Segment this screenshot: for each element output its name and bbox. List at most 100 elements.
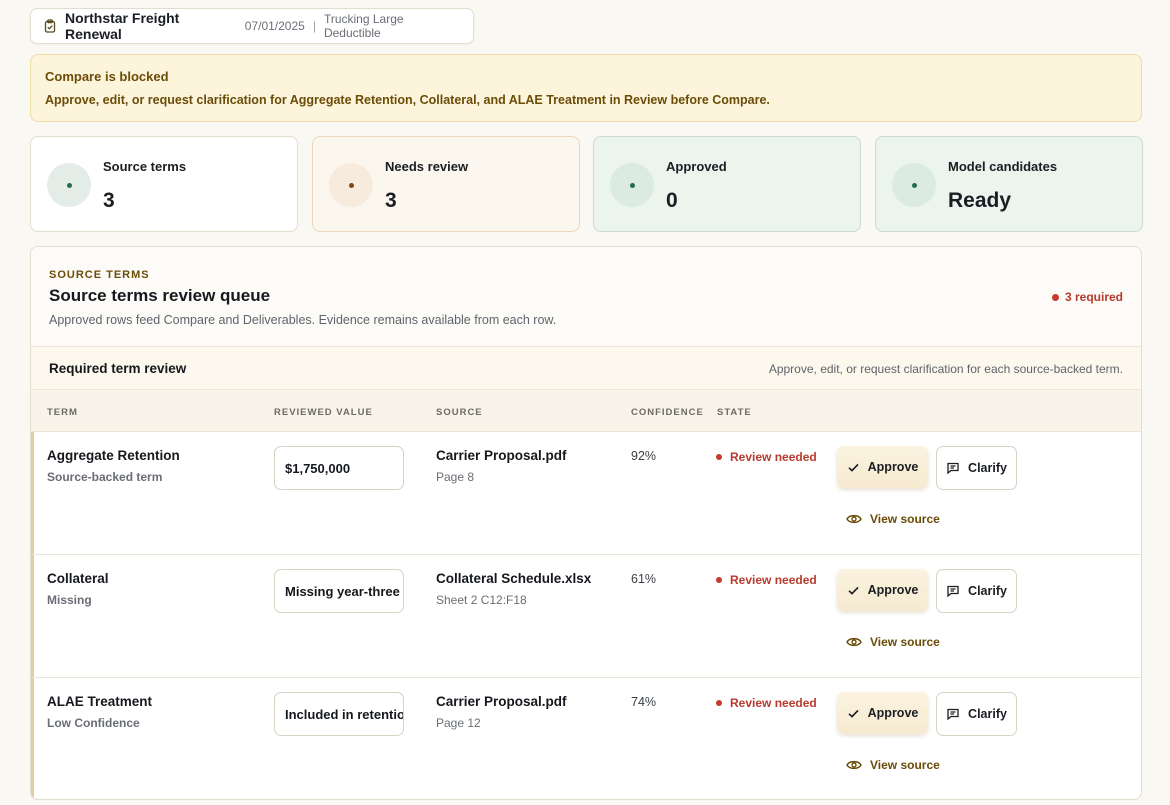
alert-title: Compare is blocked bbox=[45, 69, 169, 84]
confidence-value: 74% bbox=[631, 695, 657, 709]
state-label: Review needed bbox=[730, 573, 817, 587]
source-location: Sheet 2 C12:F18 bbox=[436, 593, 527, 607]
clarify-label: Clarify bbox=[968, 584, 1007, 598]
confidence-value: 92% bbox=[631, 449, 657, 463]
status-dot-icon bbox=[329, 163, 373, 207]
table-row: ALAE Treatment Low Confidence Included i… bbox=[31, 678, 1141, 799]
compare-blocked-alert: Compare is blocked Approve, edit, or req… bbox=[30, 54, 1142, 122]
required-dot-icon bbox=[1051, 293, 1059, 301]
clarify-button[interactable]: Clarify bbox=[936, 446, 1017, 490]
table-row: Aggregate Retention Source-backed term $… bbox=[31, 432, 1141, 555]
confidence-value: 61% bbox=[631, 572, 657, 586]
view-source-link[interactable]: View source bbox=[846, 635, 940, 649]
clarify-label: Clarify bbox=[968, 707, 1007, 721]
stat-card-source-terms: Source terms 3 bbox=[30, 136, 298, 232]
eye-icon bbox=[846, 513, 862, 525]
row-accent-bar bbox=[31, 555, 34, 677]
renewal-title: Northstar Freight Renewal bbox=[65, 10, 180, 42]
source-file: Carrier Proposal.pdf bbox=[436, 448, 567, 463]
source-file: Collateral Schedule.xlsx bbox=[436, 571, 592, 586]
stat-value: 3 bbox=[103, 189, 115, 212]
stat-value: 3 bbox=[385, 189, 397, 212]
panel-title: Source terms review queue bbox=[49, 286, 271, 305]
term-subtitle: Low Confidence bbox=[47, 716, 140, 730]
program-name: Trucking Large Deductible bbox=[323, 12, 404, 40]
clarify-button[interactable]: Clarify bbox=[936, 692, 1017, 736]
clipboard-icon bbox=[43, 19, 57, 33]
state-label: Review needed bbox=[730, 696, 817, 710]
reviewed-value-input[interactable]: $1,750,000 bbox=[274, 446, 404, 490]
table-header: TERM REVIEWED VALUE SOURCE CONFIDENCE ST… bbox=[31, 390, 1141, 432]
status-dot-icon bbox=[892, 163, 936, 207]
term-subtitle: Missing bbox=[47, 593, 92, 607]
stat-label: Approved bbox=[666, 159, 727, 174]
message-icon bbox=[946, 707, 960, 721]
state-dot-icon bbox=[716, 700, 722, 706]
stat-card-needs-review: Needs review 3 bbox=[312, 136, 580, 232]
view-source-link[interactable]: View source bbox=[846, 758, 940, 772]
view-source-link[interactable]: View source bbox=[846, 512, 940, 526]
clarify-label: Clarify bbox=[968, 461, 1007, 475]
renewal-date: 07/01/2025 bbox=[244, 19, 305, 33]
stat-value: Ready bbox=[948, 189, 1012, 212]
stat-card-approved: Approved 0 bbox=[593, 136, 861, 232]
status-dot-icon bbox=[47, 163, 91, 207]
panel-header: SOURCE TERMS Source terms review queue A… bbox=[31, 247, 1141, 347]
column-header-confidence: CONFIDENCE bbox=[631, 407, 704, 418]
subheader-title: Required term review bbox=[49, 361, 187, 376]
reviewed-value-text: $1,750,000 bbox=[285, 460, 351, 476]
view-source-label: View source bbox=[870, 635, 940, 649]
source-location: Page 12 bbox=[436, 716, 481, 730]
row-accent-bar bbox=[31, 432, 34, 554]
required-badge-label: 3 required bbox=[1064, 290, 1123, 304]
renewal-context-pill: Northstar Freight Renewal 07/01/2025 | T… bbox=[30, 8, 474, 44]
term-subtitle: Source-backed term bbox=[47, 470, 163, 484]
panel-description: Approved rows feed Compare and Deliverab… bbox=[49, 313, 557, 327]
state-badge: Review needed bbox=[716, 573, 817, 587]
check-icon bbox=[847, 707, 860, 720]
column-header-term: TERM bbox=[47, 407, 78, 418]
stat-card-model-candidates: Model candidates Ready bbox=[875, 136, 1143, 232]
reviewed-value-input[interactable]: Missing year-three bbox=[274, 569, 404, 613]
state-label: Review needed bbox=[730, 450, 817, 464]
separator: | bbox=[312, 19, 316, 33]
source-location: Page 8 bbox=[436, 470, 475, 484]
check-icon bbox=[847, 584, 860, 597]
column-header-source: SOURCE bbox=[436, 407, 483, 418]
column-header-value: REVIEWED VALUE bbox=[274, 407, 373, 418]
reviewed-value-input[interactable]: Included in retention bbox=[274, 692, 404, 736]
view-source-label: View source bbox=[870, 512, 940, 526]
message-icon bbox=[946, 584, 960, 598]
source-terms-panel: SOURCE TERMS Source terms review queue A… bbox=[30, 246, 1142, 800]
term-name: Aggregate Retention bbox=[47, 448, 180, 463]
eye-icon bbox=[846, 759, 862, 771]
subheader-hint: Approve, edit, or request clarification … bbox=[768, 362, 1123, 376]
stat-label: Needs review bbox=[385, 159, 469, 174]
term-name: ALAE Treatment bbox=[47, 694, 153, 709]
state-badge: Review needed bbox=[716, 450, 817, 464]
column-header-state: STATE bbox=[717, 407, 752, 418]
eye-icon bbox=[846, 636, 862, 648]
reviewed-value-text: Included in retention bbox=[285, 706, 404, 722]
approve-label: Approve bbox=[867, 460, 919, 474]
required-badge: 3 required bbox=[1051, 290, 1123, 304]
reviewed-value-text: Missing year-three bbox=[285, 583, 400, 599]
state-badge: Review needed bbox=[716, 696, 817, 710]
source-file: Carrier Proposal.pdf bbox=[436, 694, 567, 709]
state-dot-icon bbox=[716, 577, 722, 583]
view-source-label: View source bbox=[870, 758, 940, 772]
message-icon bbox=[946, 461, 960, 475]
panel-eyebrow: SOURCE TERMS bbox=[49, 269, 150, 281]
subheader: Required term review Approve, edit, or r… bbox=[31, 347, 1141, 390]
clarify-button[interactable]: Clarify bbox=[936, 569, 1017, 613]
check-icon bbox=[847, 461, 860, 474]
term-name: Collateral bbox=[47, 571, 109, 586]
approve-button[interactable]: Approve bbox=[837, 446, 928, 488]
stat-value: 0 bbox=[666, 189, 678, 212]
approve-button[interactable]: Approve bbox=[837, 569, 928, 611]
approve-label: Approve bbox=[867, 706, 919, 720]
status-dot-icon bbox=[610, 163, 654, 207]
stat-label: Model candidates bbox=[948, 159, 1058, 174]
approve-button[interactable]: Approve bbox=[837, 692, 928, 734]
stats-row: Source terms 3 Needs review 3 Approved 0… bbox=[30, 136, 1143, 232]
